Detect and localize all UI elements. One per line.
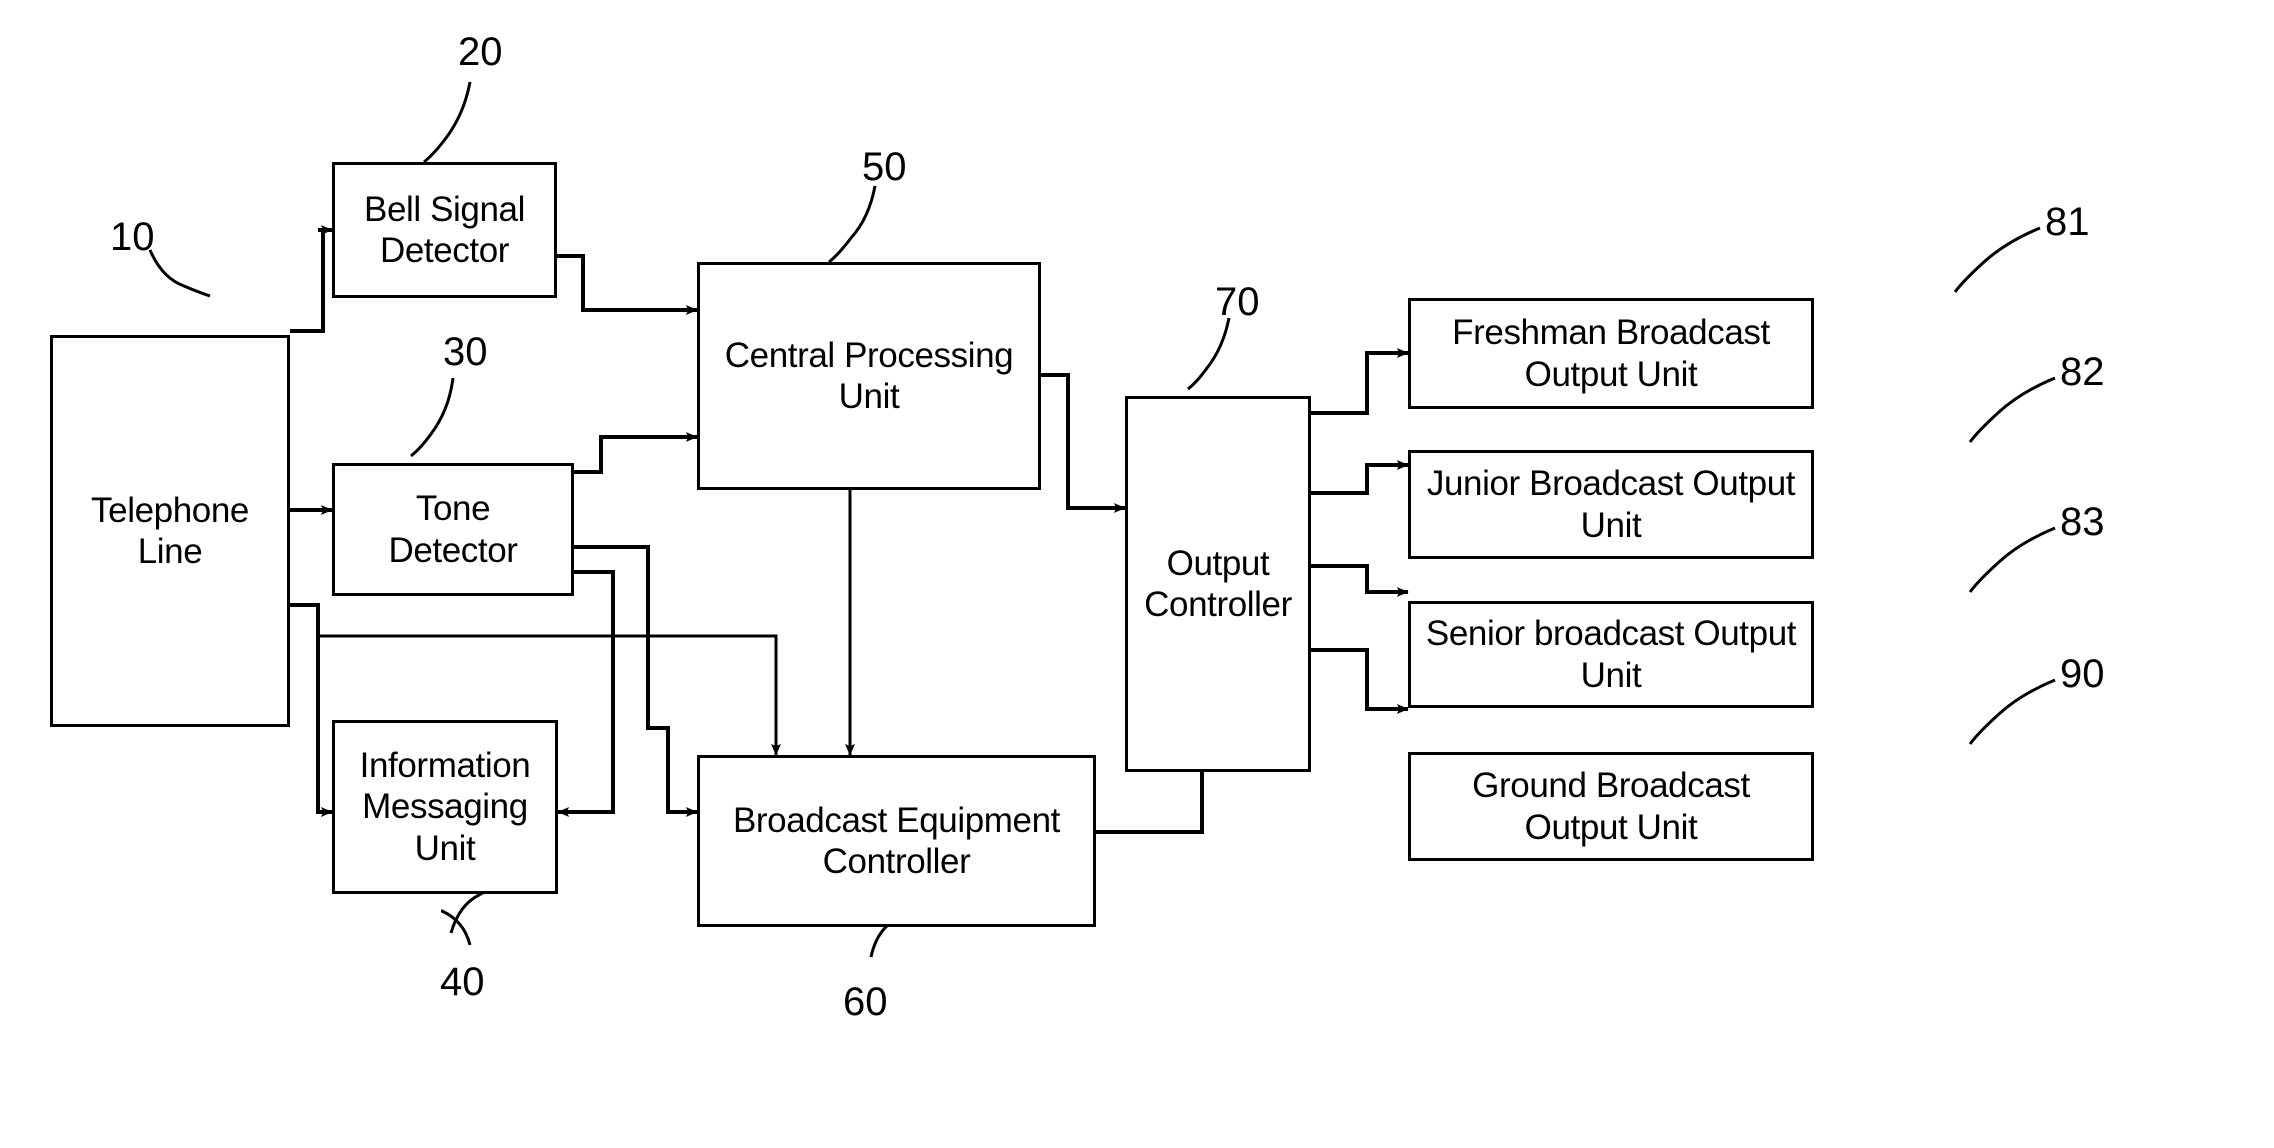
block-junior-broadcast-output-unit-label: Junior Broadcast Output Unit: [1426, 464, 1796, 545]
figure-canvas: Telephone Line Bell Signal Detector Tone…: [0, 0, 2274, 1148]
block-tone-detector[interactable]: Tone Detector: [332, 463, 574, 596]
reference-numeral-60: 60: [843, 980, 888, 1024]
block-junior-broadcast-output-unit[interactable]: Junior Broadcast Output Unit: [1408, 450, 1814, 559]
leader-40: [441, 909, 472, 946]
block-broadcast-equipment-controller[interactable]: Broadcast Equipment Controller: [697, 755, 1096, 927]
block-senior-broadcast-output-unit-label: Senior broadcast Output Unit: [1425, 614, 1797, 695]
block-telephone-line-label: Telephone Line: [91, 490, 249, 571]
reference-numeral-10: 10: [110, 215, 155, 259]
wire-oc-to-junior: [1311, 460, 1409, 495]
leader-83: [1968, 526, 2056, 593]
leader-20: [423, 81, 472, 164]
block-ground-broadcast-output-unit-label: Ground Broadcast Output Unit: [1472, 766, 1750, 847]
leader-30: [410, 377, 455, 458]
block-freshman-broadcast-output-unit[interactable]: Freshman Broadcast Output Unit: [1408, 298, 1814, 409]
block-central-processing-unit-label: Central Processing Unit: [724, 335, 1014, 416]
block-senior-broadcast-output-unit[interactable]: Senior broadcast Output Unit: [1408, 601, 1814, 708]
wire-cpu-to-output-controller: [1041, 373, 1126, 513]
block-bell-signal-detector[interactable]: Bell Signal Detector: [332, 162, 557, 298]
block-output-controller-label: Output Controller: [1144, 543, 1292, 624]
wire-oc-to-freshman: [1311, 348, 1409, 415]
reference-numeral-81: 81: [2045, 200, 2090, 244]
leader-81: [1953, 226, 2041, 293]
block-information-messaging-unit-label: Information Messaging Unit: [359, 746, 531, 868]
block-freshman-broadcast-output-unit-label: Freshman Broadcast Output Unit: [1452, 313, 1770, 394]
reference-numeral-30: 30: [443, 330, 488, 374]
reference-numeral-70: 70: [1215, 280, 1260, 324]
reference-numeral-83: 83: [2060, 500, 2105, 544]
leader-50: [828, 185, 877, 264]
reference-numeral-90: 90: [2060, 652, 2105, 696]
leader-10: [148, 249, 211, 298]
block-information-messaging-unit[interactable]: Information Messaging Unit: [332, 720, 558, 894]
block-telephone-line[interactable]: Telephone Line: [50, 335, 290, 727]
wire-bell-to-cpu: [557, 254, 698, 315]
reference-numeral-40: 40: [440, 960, 485, 1004]
block-central-processing-unit[interactable]: Central Processing Unit: [697, 262, 1041, 490]
wire-tone-to-cpu: [574, 432, 698, 474]
block-output-controller[interactable]: Output Controller: [1125, 396, 1311, 772]
block-bell-signal-detector-label: Bell Signal Detector: [364, 189, 525, 270]
block-broadcast-equipment-controller-label: Broadcast Equipment Controller: [732, 800, 1061, 881]
wire-telephone-to-bell-arrow: [290, 225, 333, 333]
reference-numeral-82: 82: [2060, 350, 2105, 394]
block-ground-broadcast-output-unit[interactable]: Ground Broadcast Output Unit: [1408, 752, 1814, 861]
wire-telephone-to-bell: [290, 228, 325, 333]
wire-oc-to-ground: [1311, 648, 1409, 714]
block-tone-detector-label: Tone Detector: [388, 489, 518, 570]
leader-82: [1968, 376, 2056, 443]
reference-numeral-20: 20: [458, 30, 503, 74]
wire-tone-to-bec: [574, 545, 698, 817]
wire-tone-to-info: [557, 570, 615, 817]
leader-90: [1968, 678, 2056, 745]
wire-oc-to-senior: [1311, 564, 1409, 597]
reference-numeral-50: 50: [862, 145, 907, 189]
leader-70: [1187, 317, 1231, 391]
wire-bec-to-output-controller: [1096, 772, 1204, 834]
